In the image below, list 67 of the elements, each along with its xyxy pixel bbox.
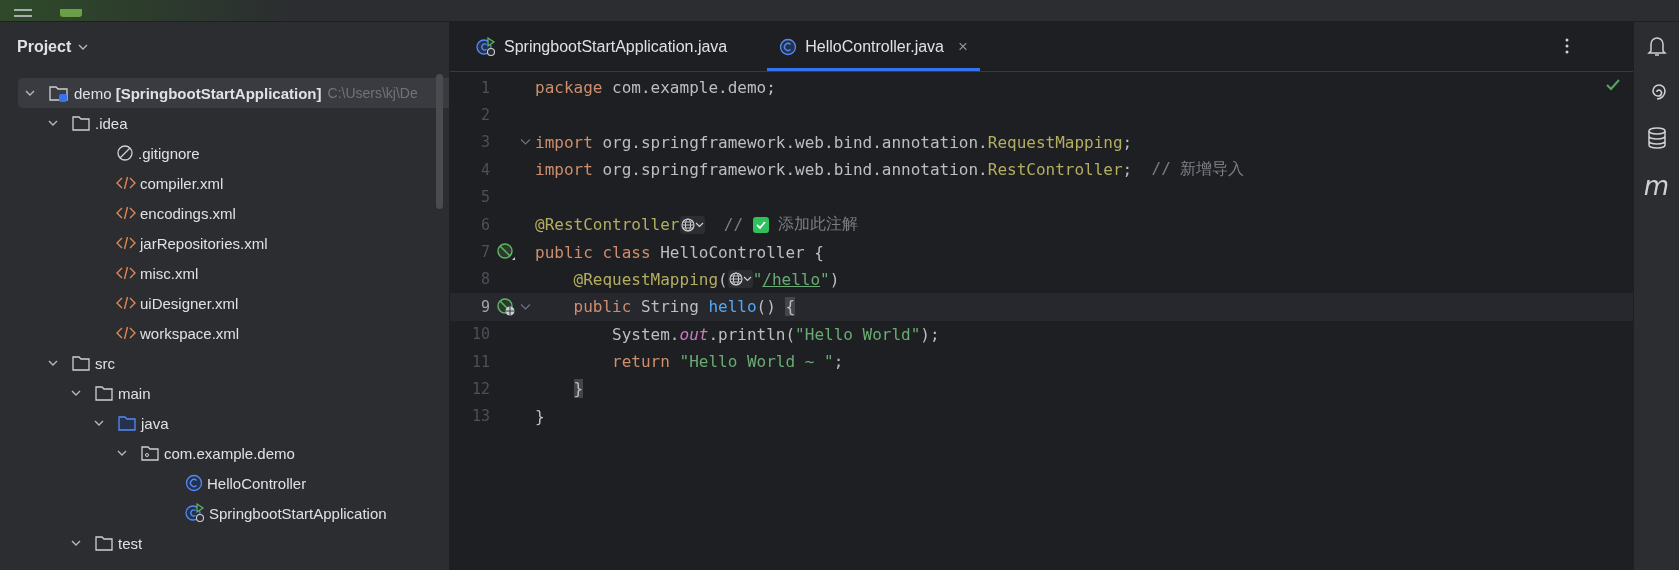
code-line: public String hello() {	[572, 297, 796, 317]
menu-icon[interactable]	[14, 9, 32, 17]
tree-item[interactable]: uiDesigner.xml	[18, 288, 449, 318]
tree-item[interactable]: encodings.xml	[18, 198, 449, 228]
code-icon	[116, 235, 136, 251]
class-icon	[779, 37, 798, 56]
check-icon[interactable]	[1605, 78, 1621, 92]
tree-item[interactable]: misc.xml	[18, 258, 449, 288]
project-path: C:\Users\kj\De	[327, 85, 418, 101]
more-icon[interactable]	[1565, 38, 1569, 54]
code-line: import org.springframework.web.bind.annotation.RestController; // 新增导入	[535, 159, 1245, 181]
code-icon	[116, 295, 136, 311]
maven-tool-button[interactable]: m	[1643, 172, 1670, 200]
code-line: import org.springframework.web.bind.annotation.RequestMapping;	[535, 132, 1133, 152]
class-icon	[185, 474, 203, 492]
code-line: public class HelloController {	[535, 242, 824, 262]
code-icon	[116, 325, 136, 341]
scrollbar[interactable]	[436, 74, 443, 209]
code-line: return "Hello World ~ ";	[611, 352, 844, 372]
blocked-icon	[116, 144, 134, 162]
caret-icon	[694, 220, 704, 229]
package-icon	[140, 444, 160, 462]
tree-item[interactable]: java	[18, 408, 449, 438]
class-run-icon	[185, 503, 205, 523]
module-folder-icon	[48, 83, 70, 103]
code-line: @RestController // 添加此注解	[535, 214, 859, 236]
close-icon[interactable]: ×	[958, 36, 968, 57]
code-icon	[116, 175, 136, 191]
code-line: System.out.println("Hello World");	[611, 324, 940, 344]
tree-item[interactable]: .gitignore	[18, 138, 449, 168]
folder-icon	[94, 534, 114, 552]
folder-icon	[71, 114, 91, 132]
tree-item[interactable]: SpringbootStartApplication	[18, 498, 449, 528]
panel-title[interactable]: Project	[17, 38, 72, 56]
tree-item[interactable]: demo [SpringbootStartApplication] C:\Users\kj\De	[18, 78, 449, 108]
tree-item[interactable]: test	[18, 528, 449, 558]
fold-icon[interactable]	[520, 138, 531, 147]
tree-item[interactable]: .idea	[18, 108, 449, 138]
check-emoji-icon	[752, 216, 769, 233]
folder-icon	[94, 384, 114, 402]
globe-icon	[728, 272, 743, 287]
tree-item[interactable]: compiler.xml	[18, 168, 449, 198]
class-run-icon	[476, 36, 496, 57]
globe-icon	[680, 217, 695, 232]
editor-tab[interactable]: HelloController.java ×	[767, 22, 980, 71]
inlay-hint[interactable]	[679, 215, 705, 234]
tree-item[interactable]: main	[18, 378, 449, 408]
caret-icon	[742, 275, 752, 284]
code-icon	[116, 265, 136, 281]
tree-item[interactable]: jarRepositories.xml	[18, 228, 449, 258]
bean-icon[interactable]	[496, 242, 516, 263]
code-line: package com.example.demo;	[535, 78, 776, 98]
bean-globe-icon[interactable]	[496, 296, 516, 317]
inlay-hint[interactable]	[727, 270, 753, 289]
folder-icon	[71, 354, 91, 372]
editor-tab[interactable]: SpringbootStartApplication.java	[464, 22, 740, 71]
fold-icon[interactable]	[520, 302, 531, 311]
tree-item[interactable]: workspace.xml	[18, 318, 449, 348]
code-line: }	[535, 406, 545, 426]
bell-icon[interactable]	[1644, 34, 1669, 58]
code-line: @RequestMapping( "/hello")	[572, 269, 840, 289]
folder-icon	[117, 414, 137, 432]
tree-item[interactable]: HelloController	[18, 468, 449, 498]
line-number: 9	[479, 297, 490, 316]
code-icon	[116, 205, 136, 221]
tree-item[interactable]: src	[18, 348, 449, 378]
tree-item[interactable]: com.example.demo	[18, 438, 449, 468]
